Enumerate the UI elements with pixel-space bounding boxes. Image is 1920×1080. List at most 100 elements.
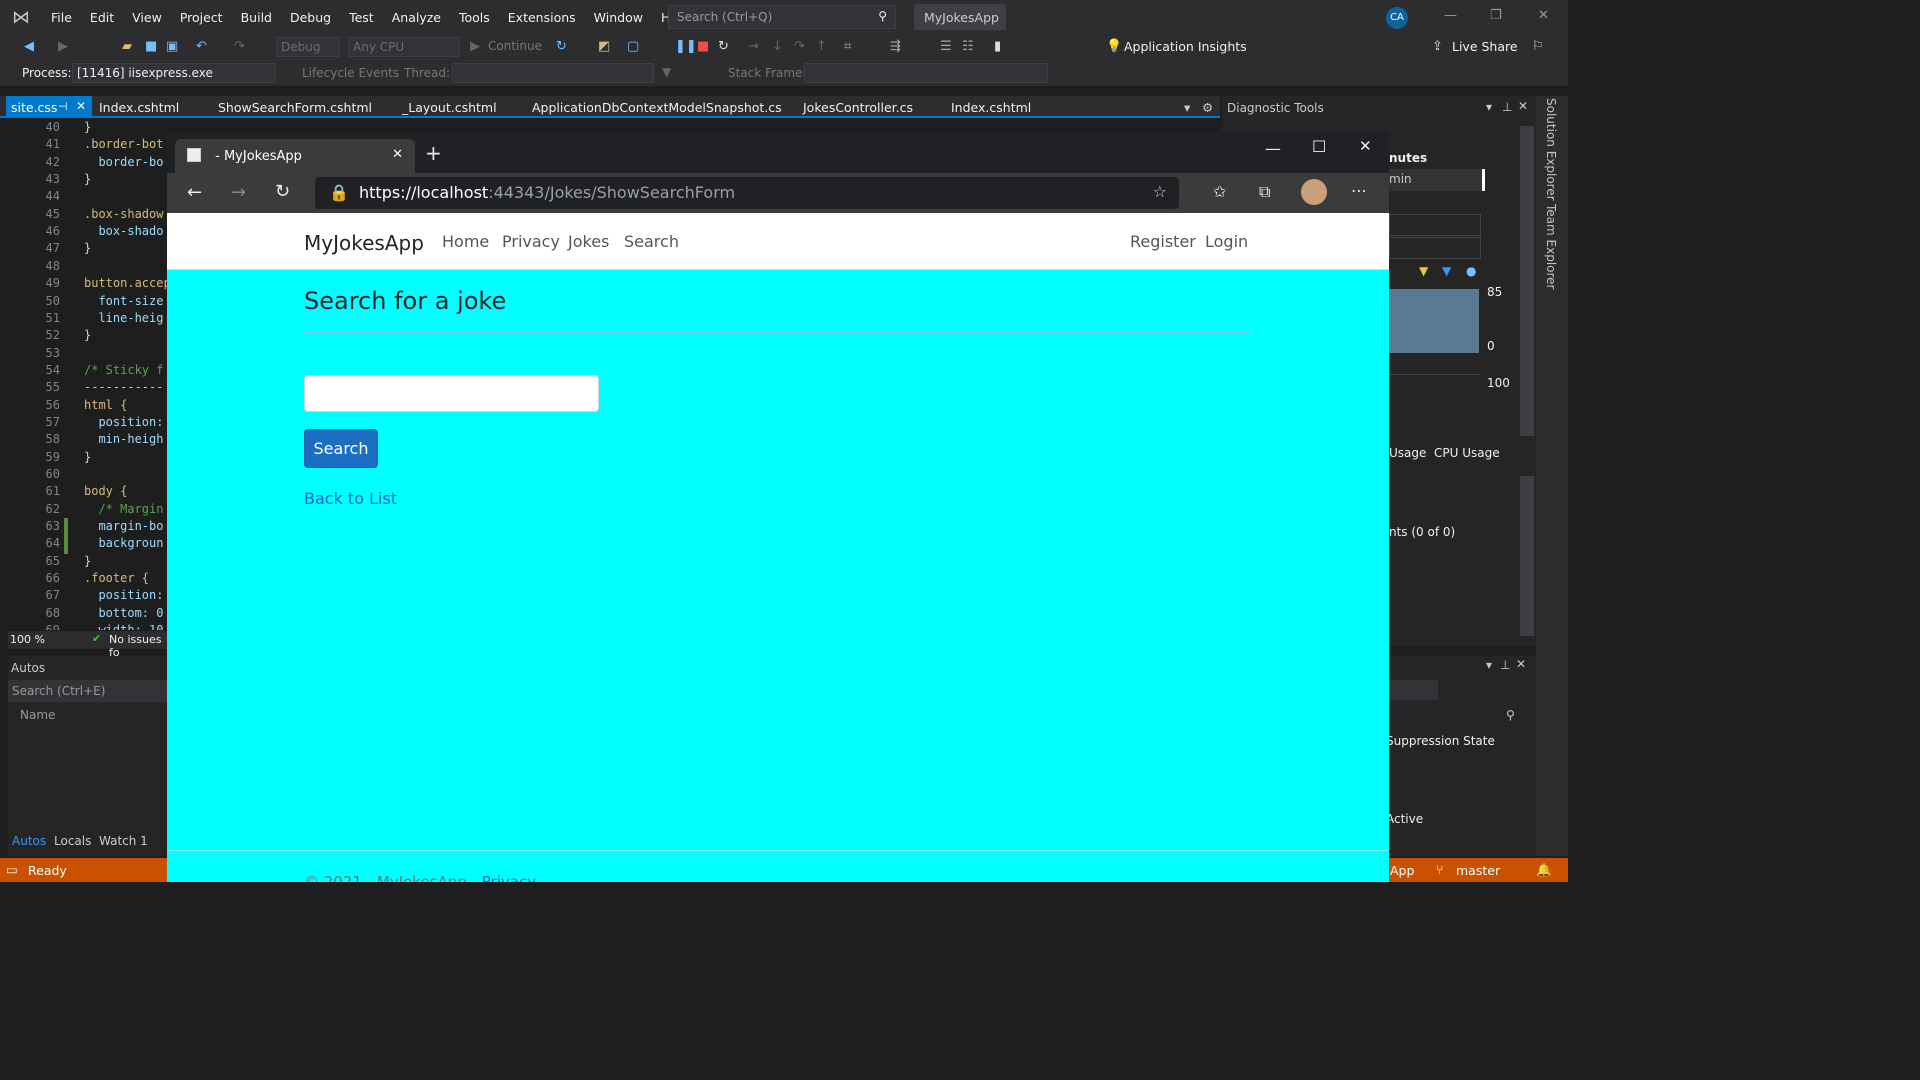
tab-autos[interactable]: Autos [12, 834, 46, 848]
user-avatar[interactable]: CA [1386, 7, 1408, 29]
search-input[interactable] [304, 375, 599, 412]
redo-icon[interactable]: ↷ [234, 39, 245, 54]
tab-locals[interactable]: Locals [54, 834, 91, 848]
undo-icon[interactable]: ↶ [196, 39, 207, 54]
zoom-level[interactable]: 100 % [10, 633, 45, 646]
close-tab-icon[interactable]: ✕ [76, 99, 86, 113]
thread-dropdown[interactable] [452, 63, 654, 83]
bookmark-icon[interactable]: ▮ [994, 39, 1001, 54]
browser-tab[interactable]: - MyJokesApp ✕ [175, 139, 415, 173]
search-icon[interactable]: ⚲ [1506, 708, 1515, 722]
open-folder-icon[interactable]: ▰ [122, 39, 132, 54]
footer-privacy-link[interactable]: Privacy [482, 873, 536, 882]
stop-icon[interactable]: ■ [697, 39, 709, 54]
profile-avatar[interactable] [1301, 179, 1327, 205]
comment-icon[interactable]: ☷ [962, 39, 974, 54]
continue-icon[interactable]: ▶ [470, 39, 480, 54]
notification-bell-icon[interactable]: 🔔 [1536, 862, 1552, 878]
nav-login[interactable]: Login [1205, 232, 1248, 251]
platform-dropdown[interactable]: Any CPU [348, 37, 460, 57]
config-dropdown[interactable]: Debug [276, 37, 340, 57]
events-scrollbar[interactable] [1520, 476, 1534, 636]
threads-icon[interactable]: ⇶ [890, 39, 901, 54]
team-explorer-tab[interactable]: Team Explorer [1544, 204, 1558, 290]
tab-index-cshtml[interactable]: Index.cshtml [99, 100, 179, 115]
save-all-icon[interactable]: ▣ [166, 39, 178, 54]
step-over-icon[interactable]: ↷ [794, 39, 805, 54]
favorite-star-icon[interactable]: ☆ [1153, 182, 1167, 201]
favorites-icon[interactable]: ✩ [1213, 182, 1226, 201]
tab-index-cshtml-2[interactable]: Index.cshtml [951, 100, 1031, 115]
menu-build[interactable]: Build [232, 10, 281, 25]
errlist-filter[interactable] [1386, 680, 1438, 700]
nav-register[interactable]: Register [1130, 232, 1196, 251]
tab-watch1[interactable]: Watch 1 [99, 834, 148, 848]
hex-icon[interactable]: ⌗ [844, 39, 851, 54]
tab-layout[interactable]: _Layout.cshtml [402, 100, 497, 115]
tab-jokescontroller[interactable]: JokesController.cs [803, 100, 913, 115]
minimize-icon[interactable]: — [1444, 8, 1457, 23]
menu-edit[interactable]: Edit [81, 10, 123, 25]
menu-analyze[interactable]: Analyze [383, 10, 450, 25]
browser-refresh-icon[interactable]: ↻ [275, 181, 290, 202]
menu-view[interactable]: View [123, 10, 171, 25]
diag-close-icon[interactable]: ✕ [1518, 99, 1528, 113]
search-button[interactable]: Search [304, 429, 378, 468]
pin-icon[interactable]: ⊣ [58, 100, 68, 113]
live-share-button[interactable]: Live Share [1452, 39, 1518, 54]
address-bar[interactable]: 🔒 https://localhost:44343/Jokes/ShowSear… [315, 177, 1179, 209]
feedback-icon[interactable]: ⚐ [1532, 39, 1544, 54]
browser-link-icon[interactable]: ◩ [598, 39, 610, 54]
continue-button[interactable]: Continue [488, 39, 542, 53]
solution-explorer-tab[interactable]: Solution Explorer [1544, 98, 1558, 201]
tab-overflow-icon[interactable]: ▾ [1184, 100, 1190, 115]
process-dropdown[interactable]: [11416] iisexpress.exe [72, 63, 276, 83]
autos-search[interactable]: Search (Ctrl+E) [8, 680, 168, 702]
errlist-close-icon[interactable]: ✕ [1516, 657, 1526, 671]
timeline-cursor[interactable] [1482, 169, 1485, 191]
restart-icon[interactable]: ↻ [718, 39, 729, 54]
browser-close-icon[interactable]: ✕ [1359, 137, 1372, 155]
more-options-icon[interactable]: ⋯ [1351, 181, 1367, 200]
menu-extensions[interactable]: Extensions [499, 10, 585, 25]
stack-frame-dropdown[interactable] [804, 63, 1048, 83]
site-brand[interactable]: MyJokesApp [304, 231, 424, 255]
tab-snapshot[interactable]: ApplicationDbContextModelSnapshot.cs [532, 100, 782, 115]
close-icon[interactable]: ✕ [1538, 8, 1549, 23]
show-next-statement-icon[interactable]: → [748, 39, 759, 54]
menu-project[interactable]: Project [171, 10, 232, 25]
vs-search-box[interactable]: Search (Ctrl+Q) ⚲ [668, 5, 896, 29]
diag-pin-icon[interactable]: ⊥ [1502, 100, 1512, 114]
errlist-dropdown-icon[interactable]: ▾ [1486, 658, 1492, 672]
close-tab-icon[interactable]: ✕ [392, 147, 403, 162]
new-tab-icon[interactable]: + [425, 141, 442, 165]
diag-scrollbar[interactable] [1520, 126, 1534, 436]
step-into-icon[interactable]: ↓ [772, 39, 783, 54]
status-branch[interactable]: master [1456, 863, 1500, 878]
code-editor[interactable]: 40} 41 .border-bot 42 border-bo 43} 44 45 .box-… [8, 118, 168, 630]
step-out-icon[interactable]: ↑ [816, 39, 827, 54]
save-icon[interactable]: ■ [145, 39, 157, 54]
status-app[interactable]: App [1390, 863, 1414, 878]
refresh-icon[interactable]: ↻ [556, 39, 567, 54]
menu-test[interactable]: Test [340, 10, 383, 25]
forward-icon[interactable]: ▶ [58, 39, 68, 54]
tab-cpu-usage[interactable]: CPU Usage [1434, 446, 1500, 460]
nav-home[interactable]: Home [442, 232, 489, 251]
maximize-icon[interactable]: ❐ [1490, 8, 1502, 23]
errlist-pin-icon[interactable]: ⊥ [1500, 658, 1510, 672]
back-icon[interactable]: ◀ [24, 39, 34, 54]
indent-icon[interactable]: ☰ [940, 39, 952, 54]
nav-privacy[interactable]: Privacy [502, 232, 560, 251]
gear-icon[interactable]: ⚙ [1202, 100, 1213, 115]
nav-search[interactable]: Search [624, 232, 679, 251]
browser-minimize-icon[interactable]: — [1265, 139, 1281, 158]
browser-forward-icon[interactable]: → [231, 182, 246, 203]
browser-maximize-icon[interactable]: ☐ [1312, 137, 1326, 156]
filter-icon[interactable]: ▼ [662, 65, 671, 79]
tab-memory-usage[interactable]: Usage [1389, 446, 1426, 460]
nav-jokes[interactable]: Jokes [568, 232, 609, 251]
diag-dropdown-icon[interactable]: ▾ [1486, 100, 1492, 114]
screenshot-icon[interactable]: ▢ [627, 39, 639, 54]
menu-tools[interactable]: Tools [450, 10, 499, 25]
